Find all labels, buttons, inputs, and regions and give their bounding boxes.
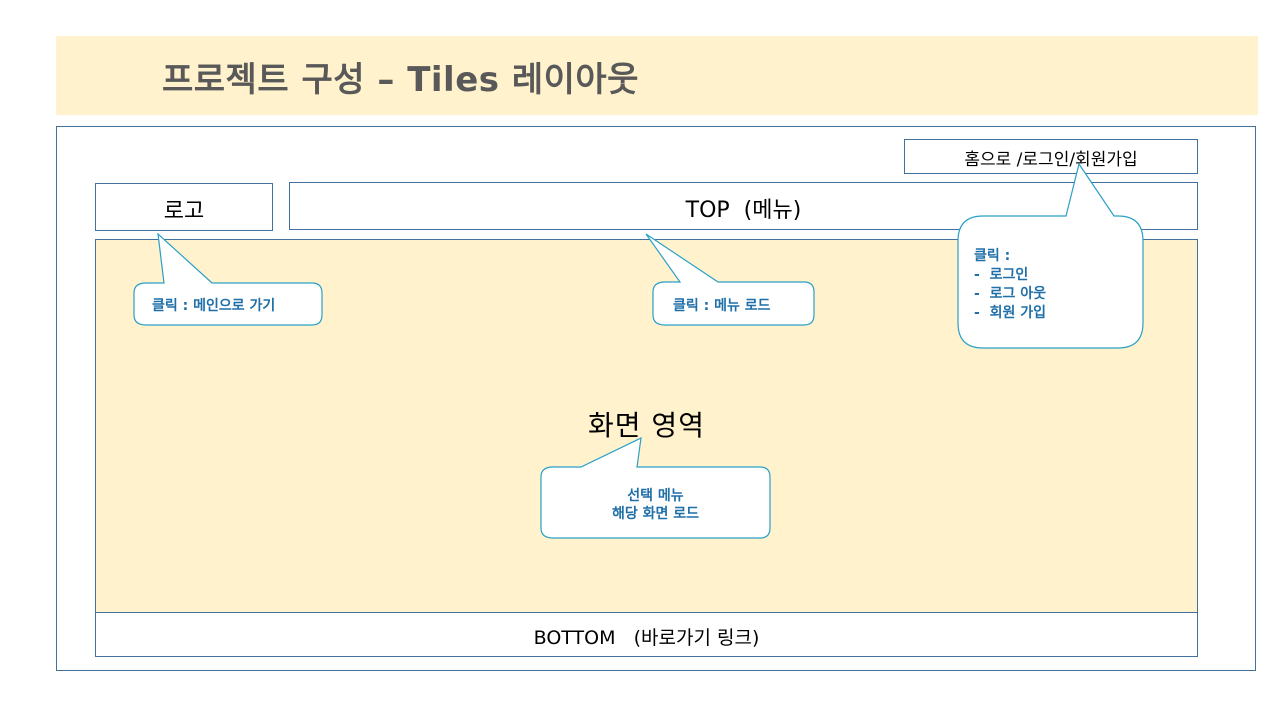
auth-callout-heading: 클릭 : [974,248,1011,264]
auth-callout-item-signup: 회원 가입 [989,305,1046,321]
auth-callout-item: - 로그 아웃 [974,286,1046,302]
auth-callout-item-logout: 로그 아웃 [989,286,1046,302]
content-callout-line1: 선택 메뉴 [627,488,684,504]
menu-callout-text: 클릭 : 메뉴 로드 [673,298,771,314]
content-callout-line2: 해당 화면 로드 [611,506,700,522]
auth-callout-item-login: 로그인 [989,267,1029,283]
auth-callout-item: - 로그인 [974,267,1029,283]
auth-callout-item: - 회원 가입 [974,305,1046,321]
logo-callout-text: 클릭 : 메인으로 가기 [152,298,276,314]
callout-shapes [133,162,1144,539]
